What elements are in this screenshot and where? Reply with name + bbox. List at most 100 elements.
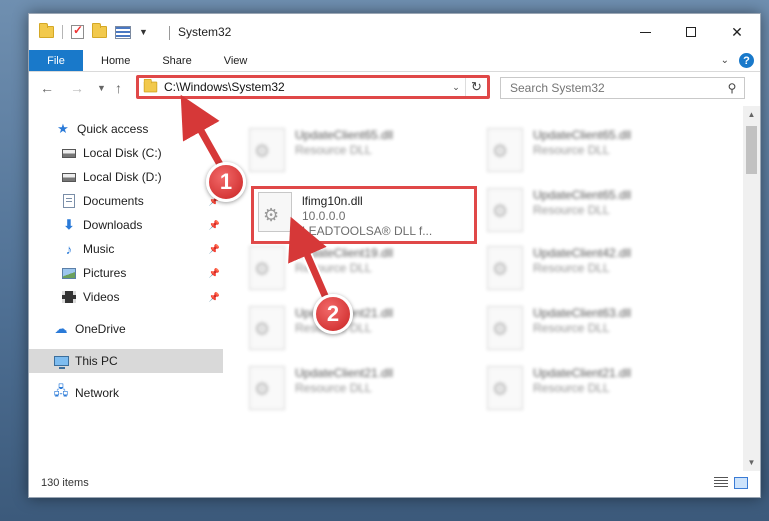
sidebar-item-documents[interactable]: Documents 📌: [29, 189, 223, 213]
sidebar-item-label: Music: [83, 242, 115, 256]
sidebar-item-music[interactable]: ♪ Music 📌: [29, 237, 223, 261]
close-icon: ✕: [731, 23, 743, 40]
forward-arrow-icon[interactable]: →: [70, 80, 84, 96]
title-bar: ▼ System32 ✕: [29, 14, 760, 50]
ribbon-tabs: File Home Share View ⌄ ?: [29, 50, 760, 72]
refresh-icon[interactable]: ↻: [465, 78, 487, 96]
tab-view[interactable]: View: [208, 50, 264, 71]
customize-toolbar-icon[interactable]: ▼: [139, 27, 148, 37]
file-description: Resource DLL: [533, 321, 610, 335]
file-item[interactable]: UpdateClient19.dll Resource DLL: [249, 244, 479, 296]
sidebar-item-local-disk-c[interactable]: Local Disk (C:): [29, 141, 223, 165]
properties-icon[interactable]: [115, 25, 131, 39]
file-name: UpdateClient42.dll: [533, 246, 632, 260]
file-item[interactable]: UpdateClient21.dll Resource DLL: [487, 364, 717, 416]
sidebar-item-videos[interactable]: Videos 📌: [29, 285, 223, 309]
sidebar-item-label: Videos: [83, 290, 120, 304]
search-input[interactable]: [501, 81, 720, 95]
star-icon: ★: [57, 121, 69, 136]
documents-icon: [61, 194, 77, 208]
file-item[interactable]: UpdateClient21.dll Resource DLL: [249, 304, 479, 356]
file-description: Resource DLL: [533, 381, 610, 395]
main-area: ★ Quick access Local Disk (C:) Local Dis…: [29, 106, 760, 471]
item-count: 130 items: [41, 477, 89, 489]
folder-icon: [39, 23, 54, 38]
dll-file-icon: [249, 128, 285, 172]
search-box[interactable]: ⚲: [500, 77, 745, 99]
file-name: UpdateClient21.dll: [533, 366, 632, 380]
navigation-pane: ★ Quick access Local Disk (C:) Local Dis…: [29, 106, 223, 471]
network-icon: 🖧: [53, 383, 69, 398]
file-item[interactable]: UpdateClient63.dll Resource DLL: [487, 304, 717, 356]
large-icons-view-icon[interactable]: [734, 477, 748, 489]
dll-file-icon: [249, 366, 285, 410]
sidebar-item-quick-access[interactable]: ★ Quick access: [29, 117, 223, 141]
close-button[interactable]: ✕: [714, 14, 760, 50]
recent-locations-icon[interactable]: ▼: [97, 83, 106, 93]
dll-file-icon: [487, 366, 523, 410]
file-name: UpdateClient65.dll: [533, 128, 632, 142]
sidebar-item-label: Local Disk (C:): [83, 146, 162, 160]
tab-home[interactable]: Home: [83, 50, 146, 71]
address-dropdown-icon[interactable]: ⌄: [447, 82, 465, 93]
cloud-icon: ☁: [54, 321, 68, 336]
file-item[interactable]: UpdateClient65.dll Resource DLL: [487, 186, 717, 238]
scroll-thumb[interactable]: [746, 126, 757, 174]
details-view-icon[interactable]: [714, 477, 728, 489]
sidebar-item-label: Downloads: [83, 218, 143, 232]
maximize-icon: [686, 27, 696, 37]
file-description: Resource DLL: [533, 143, 610, 157]
file-description: Resource DLL: [533, 203, 610, 217]
scroll-up-icon[interactable]: ▲: [743, 106, 760, 123]
dll-file-icon: [487, 246, 523, 290]
dll-file-icon: [249, 306, 285, 350]
view-toggle: [714, 477, 748, 489]
sidebar-item-label: This PC: [75, 354, 118, 368]
dll-file-icon: [249, 246, 285, 290]
sidebar-item-onedrive[interactable]: ☁ OneDrive: [29, 317, 223, 341]
pin-icon[interactable]: 📌: [209, 220, 220, 231]
expand-ribbon-icon[interactable]: ⌄: [721, 55, 729, 66]
sidebar-item-label: Quick access: [77, 122, 149, 136]
tab-share[interactable]: Share: [146, 50, 207, 71]
file-description: LEADTOOLSA® DLL f...: [302, 224, 433, 238]
properties-check-icon[interactable]: [71, 23, 84, 39]
file-name: UpdateClient65.dll: [295, 128, 394, 142]
help-icon[interactable]: ?: [739, 53, 754, 68]
sidebar-item-local-disk-d[interactable]: Local Disk (D:): [29, 165, 223, 189]
sidebar-item-this-pc[interactable]: This PC: [29, 349, 223, 373]
sidebar-item-label: Documents: [83, 194, 144, 208]
pin-icon[interactable]: 📌: [209, 292, 220, 303]
sidebar-item-label: Network: [75, 386, 120, 400]
pin-icon[interactable]: 📌: [209, 268, 220, 279]
sidebar-item-pictures[interactable]: Pictures 📌: [29, 261, 223, 285]
file-description: Resource DLL: [295, 143, 372, 157]
tab-file[interactable]: File: [29, 50, 83, 71]
file-item-highlighted[interactable]: lfimg10n.dll 10.0.0.0 LEADTOOLSA® DLL f.…: [251, 186, 477, 244]
address-path[interactable]: C:\Windows\System32: [164, 80, 447, 94]
folder-icon: [143, 78, 158, 93]
pin-icon[interactable]: 📌: [209, 244, 220, 255]
sidebar-item-label: OneDrive: [75, 322, 126, 336]
explorer-window: ▼ System32 ✕ File Home Share View ⌄ ? ← …: [28, 13, 761, 498]
file-item[interactable]: UpdateClient42.dll Resource DLL: [487, 244, 717, 296]
up-arrow-icon[interactable]: ↑: [115, 80, 122, 96]
vertical-scrollbar[interactable]: ▲ ▼: [743, 106, 760, 471]
search-icon[interactable]: ⚲: [720, 81, 744, 95]
file-item[interactable]: UpdateClient65.dll Resource DLL: [249, 126, 479, 178]
maximize-button[interactable]: [668, 14, 714, 50]
sidebar-item-label: Pictures: [83, 266, 127, 280]
sidebar-item-downloads[interactable]: ⬇ Downloads 📌: [29, 213, 223, 237]
back-arrow-icon[interactable]: ←: [40, 80, 54, 96]
file-item[interactable]: UpdateClient65.dll Resource DLL: [487, 126, 717, 178]
file-description: Resource DLL: [533, 261, 610, 275]
sidebar-item-network[interactable]: 🖧 Network: [29, 381, 223, 405]
pictures-icon: [61, 266, 77, 280]
minimize-button[interactable]: [622, 14, 668, 50]
file-item[interactable]: UpdateClient21.dll Resource DLL: [249, 364, 479, 416]
address-bar[interactable]: C:\Windows\System32 ⌄ ↻: [136, 75, 490, 99]
download-icon: ⬇: [63, 217, 75, 232]
navigation-bar: ← → ▼ ↑ C:\Windows\System32 ⌄ ↻ ⚲: [29, 72, 760, 104]
new-folder-icon[interactable]: [92, 23, 107, 38]
dll-file-icon: [487, 188, 523, 232]
